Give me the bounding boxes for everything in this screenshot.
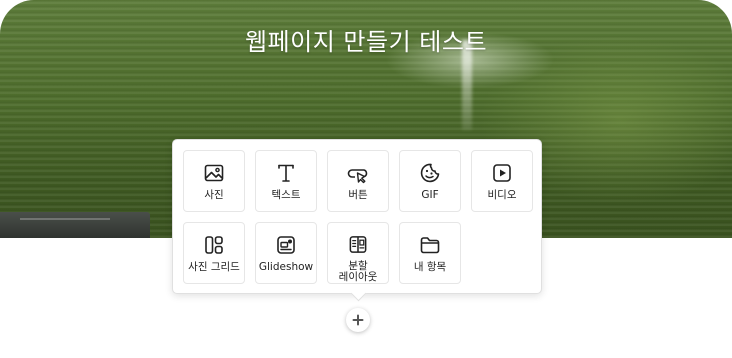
photo-grid-icon [205, 236, 223, 254]
glideshow-icon [277, 236, 295, 254]
button-icon [347, 169, 368, 184]
insert-my-items-button[interactable]: 내 항목 [399, 222, 461, 284]
insert-text-button[interactable]: 텍스트 [255, 150, 317, 212]
insert-photo-button[interactable]: 사진 [183, 150, 245, 212]
plus-icon [352, 314, 364, 326]
insert-split-layout-label: 분할 레이아웃 [338, 260, 378, 283]
insert-glideshow-button[interactable]: Glideshow [255, 222, 317, 284]
insert-menu-popover: 사진 텍스트 버튼 GIF 비디오 사진 그리드 Glideshow 분할 레이… [172, 139, 542, 294]
insert-text-label: 텍스트 [271, 189, 301, 201]
insert-video-label: 비디오 [487, 189, 517, 201]
text-icon [278, 164, 294, 182]
insert-gif-button[interactable]: GIF [399, 150, 461, 212]
insert-button-button[interactable]: 버튼 [327, 150, 389, 212]
image-icon [204, 164, 224, 182]
insert-my-items-label: 내 항목 [413, 261, 447, 273]
split-layout-icon [349, 236, 367, 253]
insert-button-label: 버튼 [348, 189, 368, 201]
insert-glideshow-label: Glideshow [258, 261, 314, 273]
page-title[interactable]: 웹페이지 만들기 테스트 [0, 22, 732, 57]
video-icon [493, 164, 511, 182]
insert-photo-grid-button[interactable]: 사진 그리드 [183, 222, 245, 284]
insert-split-layout-button[interactable]: 분할 레이아웃 [327, 222, 389, 284]
insert-photo-label: 사진 [204, 189, 224, 201]
insert-photo-grid-label: 사진 그리드 [188, 261, 240, 273]
insert-gif-label: GIF [421, 189, 439, 201]
add-section-button[interactable] [346, 308, 370, 332]
gif-icon [420, 163, 440, 183]
folder-icon [420, 237, 440, 254]
dock-image-detail [0, 212, 150, 238]
insert-video-button[interactable]: 비디오 [471, 150, 533, 212]
